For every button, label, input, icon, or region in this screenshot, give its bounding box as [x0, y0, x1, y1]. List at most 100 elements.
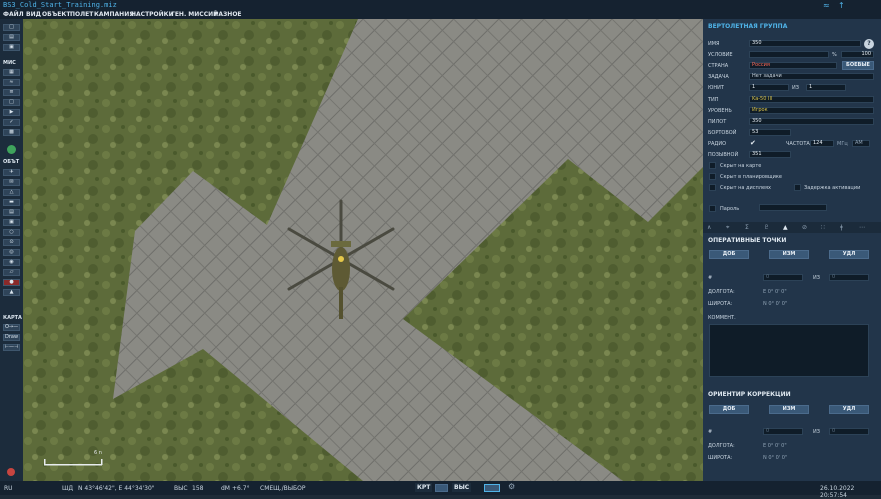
add-waypoint-button[interactable]: ДОБ: [709, 250, 749, 259]
tab-radio-icon[interactable]: ǂ: [840, 224, 843, 231]
map-mode-button[interactable]: КРТ: [415, 483, 433, 492]
menu-flight[interactable]: ПОЛЕТ: [70, 11, 93, 18]
wp-index-input[interactable]: 0: [763, 274, 803, 281]
menu-view[interactable]: ВИД: [26, 11, 41, 18]
mission-tool-7-button[interactable]: ▩: [3, 129, 20, 136]
terrain-map[interactable]: [23, 19, 703, 481]
edit-correction-button[interactable]: ИЗМ: [769, 405, 809, 414]
password-input[interactable]: [759, 204, 827, 211]
password-label: Пароль: [720, 206, 740, 212]
comment-textarea[interactable]: [709, 324, 869, 377]
task-select[interactable]: Нет задачи: [749, 73, 874, 80]
settings-gear-icon[interactable]: ⚙: [508, 483, 515, 491]
menu-settings[interactable]: НАСТРОЙКИ: [131, 11, 174, 18]
add-static-button[interactable]: ▣: [3, 219, 20, 226]
modulation-select[interactable]: AM: [852, 140, 870, 147]
add-nav-button[interactable]: ◉: [3, 259, 20, 266]
record-icon[interactable]: [7, 468, 15, 476]
wifi-icon[interactable]: ≈: [823, 1, 830, 10]
mission-tool-1-button[interactable]: ▦: [3, 69, 20, 76]
add-template-button[interactable]: ⊙: [3, 239, 20, 246]
map-measure-button[interactable]: ⊢—⊣: [3, 344, 20, 351]
datetime: 26.10.2022 20:57:54: [820, 485, 855, 499]
add-ship-button[interactable]: △: [3, 189, 20, 196]
name-input[interactable]: 350: [749, 40, 861, 47]
menu-campaign[interactable]: КАМПАНИЯ: [94, 11, 134, 18]
add-trigger-button[interactable]: ◎: [3, 249, 20, 256]
corr-total-input[interactable]: 0: [829, 428, 869, 435]
tab-waypoints-icon[interactable]: ▲: [783, 224, 788, 231]
corr-lat-label: ШИРОТА:: [708, 455, 733, 461]
add-group-button[interactable]: ▱: [3, 269, 20, 276]
add-vehicle-button[interactable]: ▬: [3, 199, 20, 206]
mission-tool-6-button[interactable]: ✓: [3, 119, 20, 126]
callsign-label: ПОЗЫВНОЙ: [708, 152, 739, 158]
unit-label: ЮНИТ: [708, 85, 724, 91]
delete-correction-button[interactable]: УДЛ: [829, 405, 869, 414]
menu-mission-gen[interactable]: ГЕН. МИССИЙ: [171, 11, 218, 18]
coords-value: N 43°46'42", E 44°34'30": [78, 485, 155, 492]
country-label: СТРАНА: [708, 63, 729, 69]
help-icon[interactable]: ?: [864, 39, 874, 49]
password-checkbox[interactable]: [709, 205, 716, 212]
delete-waypoint-button[interactable]: УДЛ: [829, 250, 869, 259]
altitude-mode-button[interactable]: ВЫС: [452, 483, 472, 492]
mission-tool-2-button[interactable]: ≈: [3, 79, 20, 86]
radio-checkbox[interactable]: ✔: [750, 139, 756, 147]
corr-index-input[interactable]: 0: [763, 428, 803, 435]
add-plane-button[interactable]: ✈: [3, 169, 20, 176]
map-mode-toggle[interactable]: [435, 484, 448, 492]
tab-route-icon[interactable]: ∧: [707, 224, 711, 231]
add-zone-button[interactable]: ○: [3, 229, 20, 236]
layers-icon[interactable]: [484, 484, 500, 492]
add-helicopter-button[interactable]: ✉: [3, 179, 20, 186]
globe-icon[interactable]: [7, 145, 16, 154]
mission-tool-5-button[interactable]: ▶: [3, 109, 20, 116]
tab-target-icon[interactable]: ⌖: [726, 224, 729, 232]
tail-number-input[interactable]: 53: [749, 129, 791, 136]
add-train-button[interactable]: ▤: [3, 209, 20, 216]
tab-sum-icon[interactable]: Σ: [745, 224, 749, 231]
hidden-display-checkbox[interactable]: [709, 184, 716, 191]
new-file-button[interactable]: □: [3, 24, 20, 31]
unit-input[interactable]: 1: [749, 84, 789, 91]
add-formation-button[interactable]: ▲: [3, 289, 20, 296]
tab-failures-icon[interactable]: ⊘: [802, 224, 807, 231]
condition-input[interactable]: 100: [841, 51, 874, 58]
delay-activation-checkbox[interactable]: [794, 184, 801, 191]
level-select[interactable]: Игрок: [749, 107, 874, 114]
tab-payload-icon[interactable]: ♇: [764, 224, 769, 231]
mission-tool-4-button[interactable]: □: [3, 99, 20, 106]
menu-misc[interactable]: РАЗНОЕ: [214, 11, 242, 18]
country-select[interactable]: Россия: [749, 62, 837, 69]
save-file-button[interactable]: ▣: [3, 44, 20, 51]
hidden-planner-checkbox[interactable]: [709, 173, 716, 180]
menu-file[interactable]: ФАЙЛ: [3, 11, 24, 18]
edit-waypoint-button[interactable]: ИЗМ: [769, 250, 809, 259]
language-select[interactable]: RU: [4, 485, 13, 492]
add-correction-button[interactable]: ДОБ: [709, 405, 749, 414]
frequency-input[interactable]: 124: [810, 140, 834, 147]
menu-object[interactable]: ОБЪЕКТ: [42, 11, 70, 18]
map-ruler-button[interactable]: O→—: [3, 324, 20, 331]
tab-triggers-icon[interactable]: ∷: [821, 224, 825, 231]
tab-more-icon[interactable]: ⋯: [859, 224, 865, 231]
hidden-map-checkbox[interactable]: [709, 162, 716, 169]
left-toolbar: □ ▤ ▣ МИС ▦ ≈ ≡ □ ▶ ✓ ▩ ОБЪТ ✈ ✉ △ ▬ ▤ ▣…: [0, 19, 23, 481]
dm-label: dM: [221, 485, 230, 492]
unit-total-input[interactable]: 1: [806, 84, 846, 91]
condition-slider[interactable]: [749, 51, 829, 58]
combat-button[interactable]: БОЕВЫЕ: [842, 61, 874, 70]
antenna-icon[interactable]: ↑: [838, 1, 845, 10]
callsign-input[interactable]: 351: [749, 151, 791, 158]
pilot-input[interactable]: 350: [749, 118, 874, 125]
task-label: ЗАДАЧА: [708, 74, 729, 80]
mission-tool-3-button[interactable]: ≡: [3, 89, 20, 96]
map-view[interactable]: 6 n: [23, 19, 703, 481]
open-file-button[interactable]: ▤: [3, 34, 20, 41]
map-draw-button[interactable]: Draw: [3, 334, 20, 341]
add-red-button[interactable]: ●: [3, 279, 20, 286]
pilot-label: ПИЛОТ: [708, 119, 727, 125]
type-select[interactable]: Ka-50 III: [749, 96, 874, 103]
wp-total-input[interactable]: 0: [829, 274, 869, 281]
